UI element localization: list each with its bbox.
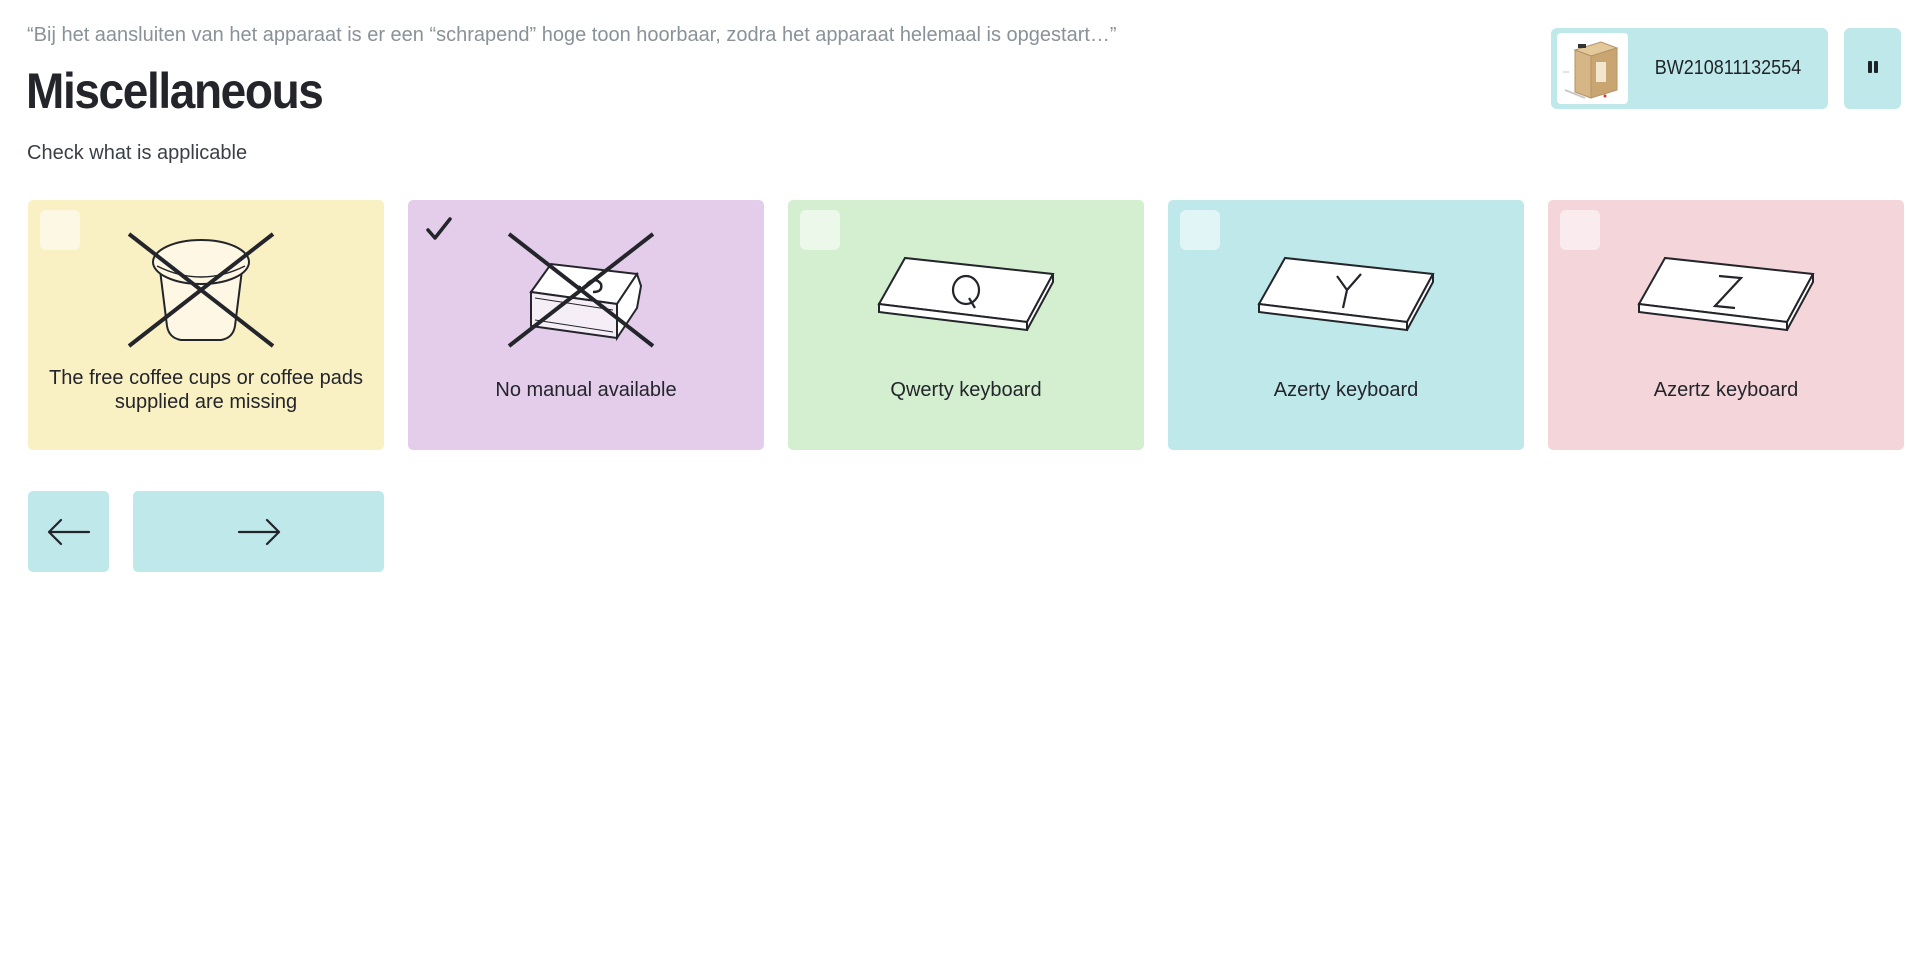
customer-quote: “Bij het aansluiten van het apparaat is … <box>27 24 1117 46</box>
product-thumbnail <box>1557 33 1628 104</box>
option-checkbox[interactable] <box>40 210 80 250</box>
option-label: The free coffee cups or coffee pads supp… <box>49 367 363 413</box>
checkmark-icon <box>426 217 452 240</box>
keyboard-q-icon <box>877 256 1055 332</box>
option-label: No manual available <box>495 379 677 401</box>
option-coffee-cups-missing[interactable]: The free coffee cups or coffee pads supp… <box>28 200 384 450</box>
pause-button[interactable] <box>1844 28 1901 109</box>
options-grid: The free coffee cups or coffee pads supp… <box>28 200 1904 450</box>
keyboard-y-icon <box>1257 256 1435 332</box>
page: “Bij het aansluiten van het apparaat is … <box>0 0 1920 970</box>
product-id: BW210811132554 <box>1654 57 1802 79</box>
pause-icon <box>1867 60 1879 78</box>
option-label: Azerty keyboard <box>1273 379 1419 401</box>
back-button[interactable] <box>28 491 109 572</box>
page-title: Miscellaneous <box>26 63 324 119</box>
manual-crossed-icon <box>507 232 655 348</box>
option-checkbox[interactable] <box>1560 210 1600 250</box>
product-box-icon <box>1562 40 1619 99</box>
arrow-left-icon <box>47 518 90 545</box>
option-label: Azertz keyboard <box>1653 379 1799 401</box>
option-azertz-keyboard[interactable]: Azertz keyboard <box>1548 200 1904 450</box>
arrow-right-icon <box>237 518 280 545</box>
coffee-cup-crossed-icon <box>127 232 275 348</box>
option-checkbox[interactable] <box>1180 210 1220 250</box>
page-subtitle: Check what is applicable <box>27 142 248 164</box>
option-checkbox-checked[interactable] <box>420 210 460 250</box>
option-label: Qwerty keyboard <box>890 379 1042 401</box>
option-azerty-keyboard[interactable]: Azerty keyboard <box>1168 200 1524 450</box>
product-card[interactable]: BW210811132554 <box>1551 28 1828 109</box>
option-qwerty-keyboard[interactable]: Qwerty keyboard <box>788 200 1144 450</box>
option-checkbox[interactable] <box>800 210 840 250</box>
keyboard-z-icon <box>1637 256 1815 332</box>
next-button[interactable] <box>133 491 384 572</box>
option-no-manual[interactable]: No manual available <box>408 200 764 450</box>
